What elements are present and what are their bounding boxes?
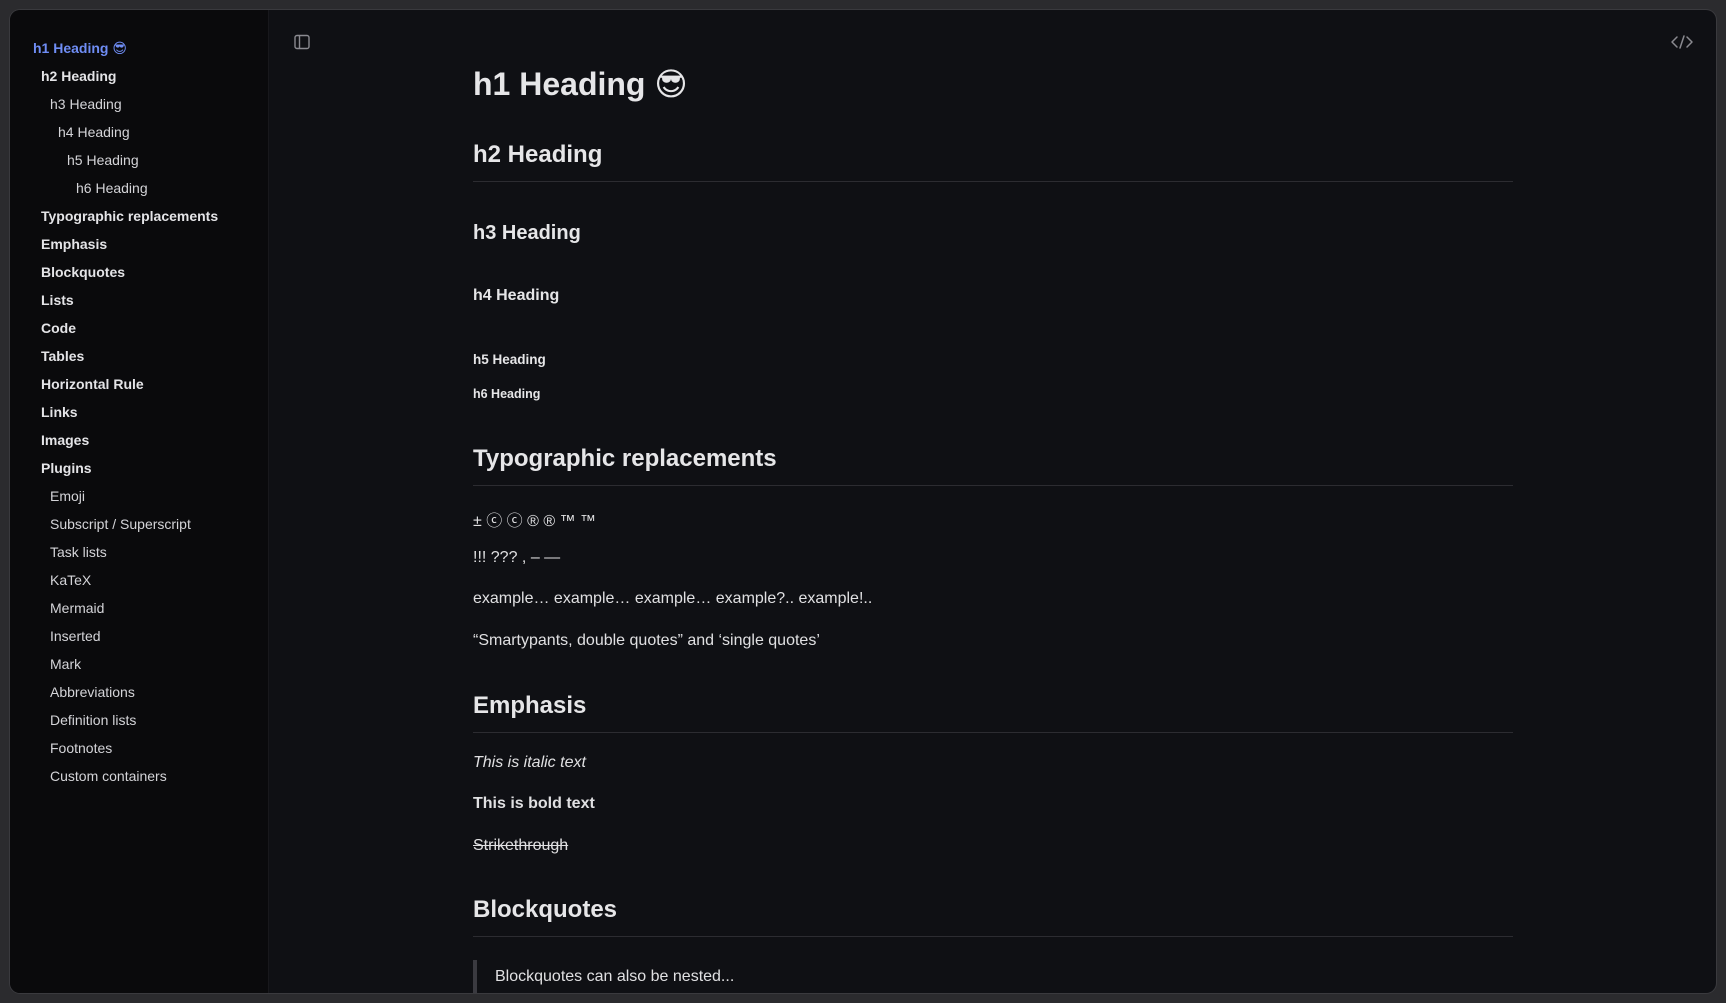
h2-heading: h2 Heading <box>473 141 1513 182</box>
typographic-line-symbols: ± ⓒ ⓒ ® ® ™ ™ <box>473 513 597 530</box>
toc-item[interactable]: h5 Heading <box>10 146 268 174</box>
toc-item[interactable]: h6 Heading <box>10 174 268 202</box>
toc-item[interactable]: Images <box>10 426 268 454</box>
toc-item[interactable]: Task lists <box>10 538 268 566</box>
sidebar-toggle-icon <box>294 34 310 50</box>
blockquote-text: Blockquotes can also be nested... <box>495 968 735 985</box>
h6-heading: h6 Heading <box>473 387 541 401</box>
typographic-line-quotes: “Smartypants, double quotes” and ‘single… <box>473 632 820 649</box>
toc-item[interactable]: Code <box>10 314 268 342</box>
italic-text: This is italic text <box>473 754 586 771</box>
toc-item[interactable]: h4 Heading <box>10 118 268 146</box>
toc-item[interactable]: h3 Heading <box>10 90 268 118</box>
table-of-contents-sidebar: h1 Heading 😎 h2 Heading h3 Heading h4 Headi… <box>10 10 269 993</box>
typographic-replacements-heading: Typographic replacements <box>473 445 1513 486</box>
toc-item[interactable]: Tables <box>10 342 268 370</box>
h1-heading: h1 Heading 😎 <box>473 66 688 102</box>
strikethrough-text: Strikethrough <box>473 837 569 854</box>
toc-item[interactable]: Horizontal Rule <box>10 370 268 398</box>
toc-item[interactable]: Subscript / Superscript <box>10 510 268 538</box>
blockquotes-heading: Blockquotes <box>473 896 1513 937</box>
toc-item[interactable]: Custom containers <box>10 762 268 790</box>
toc-item[interactable]: Lists <box>10 286 268 314</box>
toc-item[interactable]: h2 Heading <box>10 62 268 90</box>
code-view-button[interactable] <box>1670 32 1694 52</box>
toc-item[interactable]: Abbreviations <box>10 678 268 706</box>
app-window: h1 Heading 😎 h2 Heading h3 Heading h4 Headi… <box>10 10 1716 993</box>
h4-heading: h4 Heading <box>473 287 560 304</box>
toc-item[interactable]: Typographic replacements <box>10 202 268 230</box>
toc-item[interactable]: Links <box>10 398 268 426</box>
typographic-line-punctuation: !!! ??? , – — <box>473 549 561 566</box>
bold-text: This is bold text <box>473 795 595 812</box>
emphasis-heading: Emphasis <box>473 692 1513 733</box>
toc-item[interactable]: KaTeX <box>10 566 268 594</box>
toc-item[interactable]: Blockquotes <box>10 258 268 286</box>
toc-item[interactable]: Mermaid <box>10 594 268 622</box>
toc-item[interactable]: Footnotes <box>10 734 268 762</box>
blockquote: Blockquotes can also be nested... <box>473 960 1513 993</box>
toc-item[interactable]: Inserted <box>10 622 268 650</box>
toc-item[interactable]: Plugins <box>10 454 268 482</box>
toc-item[interactable]: Emoji <box>10 482 268 510</box>
toc-list: h1 Heading 😎 h2 Heading h3 Heading h4 Headi… <box>10 10 268 790</box>
toc-item[interactable]: Definition lists <box>10 706 268 734</box>
toc-item[interactable]: Emphasis <box>10 230 268 258</box>
sidebar-toggle-button[interactable] <box>292 32 312 52</box>
h5-heading: h5 Heading <box>473 352 546 367</box>
toc-item[interactable]: Mark <box>10 650 268 678</box>
h3-heading: h3 Heading <box>473 222 581 244</box>
code-icon <box>1671 35 1693 49</box>
typographic-line-ellipsis: example… example… example… example?.. ex… <box>473 590 873 607</box>
toc-item[interactable]: h1 Heading 😎 <box>10 34 268 62</box>
